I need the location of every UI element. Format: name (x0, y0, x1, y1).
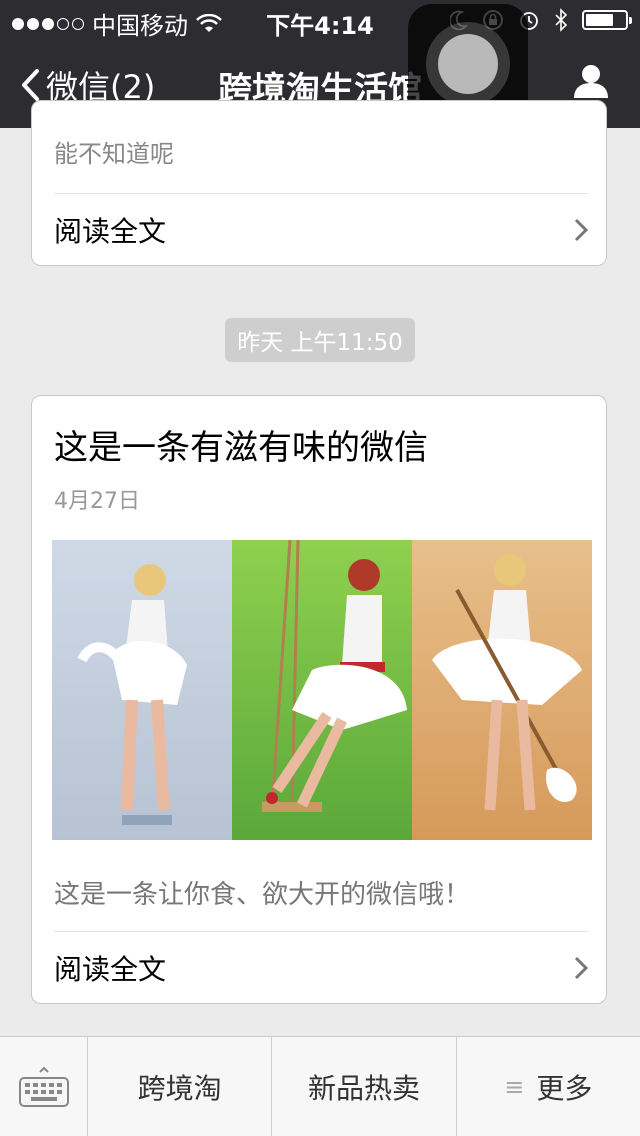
menu-item-label: 跨境淘 (137, 1071, 222, 1105)
menu-item-more[interactable]: ≡ 更多 (457, 1037, 640, 1136)
article-excerpt: 能不知道呢 (54, 140, 174, 168)
article-date: 4月27日 (54, 489, 140, 514)
message-timestamp: 昨天 上午11:50 (225, 318, 415, 362)
bluetooth-icon (555, 8, 568, 32)
person-icon (574, 65, 608, 98)
cover-panel-blue (52, 540, 232, 840)
cover-panel-orange (412, 540, 592, 840)
keyboard-icon (18, 1066, 69, 1107)
chevron-right-icon (574, 218, 588, 242)
read-more-link[interactable]: 阅读全文 (54, 193, 588, 266)
menu-item-kuajingtao[interactable]: 跨境淘 (88, 1037, 273, 1136)
cover-panel-green (232, 540, 412, 840)
article-cover-image[interactable] (52, 540, 592, 840)
article-card[interactable]: 能不知道呢 阅读全文 (31, 100, 607, 266)
article-card[interactable]: 这是一条有滋有味的微信 4月27日 这是一条让你食、欲大开的微信哦！ 阅读全文 (31, 395, 607, 1004)
battery-icon (582, 10, 632, 30)
read-more-label: 阅读全文 (54, 953, 167, 986)
article-description: 这是一条让你食、欲大开的微信哦！ (54, 880, 471, 910)
menu-item-new-hot[interactable]: 新品热卖 (272, 1037, 457, 1136)
menu-lines-icon: ≡ (504, 1072, 525, 1101)
bottom-menu-bar: 跨境淘 新品热卖 ≡ 更多 (0, 1036, 640, 1136)
profile-button[interactable] (572, 62, 610, 104)
menu-item-label: 更多 (536, 1071, 593, 1105)
menu-item-label: 新品热卖 (307, 1071, 420, 1105)
read-more-link[interactable]: 阅读全文 (54, 931, 588, 1004)
status-bar: 中国移动 下午4:14 (0, 0, 640, 40)
chevron-right-icon (574, 956, 588, 980)
keyboard-toggle-button[interactable] (0, 1037, 88, 1136)
read-more-label: 阅读全文 (54, 215, 167, 248)
article-title: 这是一条有滋有味的微信 (54, 428, 428, 468)
